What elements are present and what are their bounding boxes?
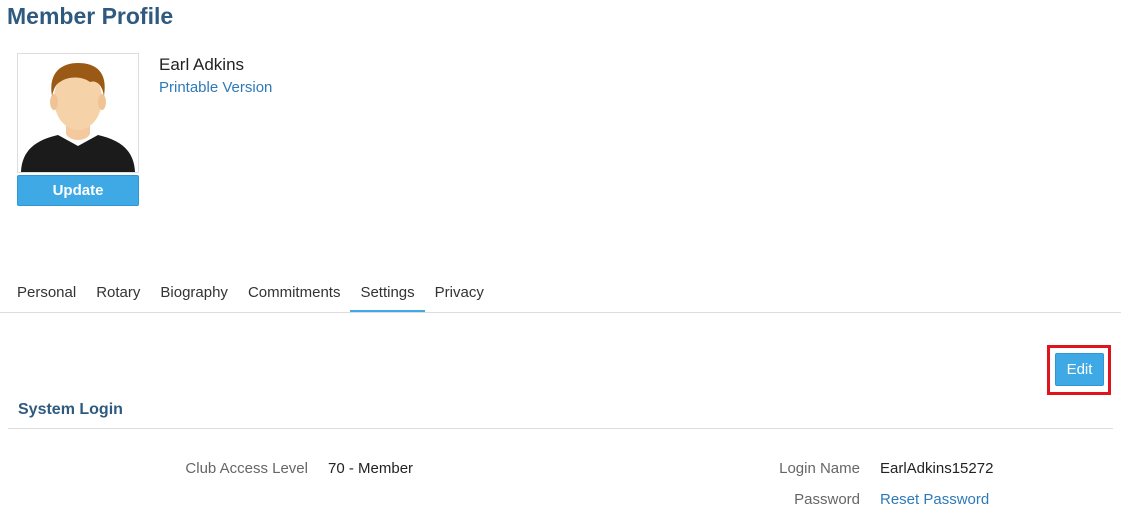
avatar xyxy=(17,53,139,173)
tab-settings[interactable]: Settings xyxy=(350,280,425,313)
club-access-level-value: 70 - Member xyxy=(328,460,414,477)
edit-button[interactable]: Edit xyxy=(1055,353,1104,386)
tab-commitments[interactable]: Commitments xyxy=(238,280,351,313)
tabs-divider xyxy=(0,312,1121,313)
avatar-placeholder-icon xyxy=(18,54,138,172)
tab-privacy[interactable]: Privacy xyxy=(425,280,494,313)
reset-password-link[interactable]: Reset Password xyxy=(880,491,989,508)
printable-version-link[interactable]: Printable Version xyxy=(159,79,272,96)
tab-personal[interactable]: Personal xyxy=(7,280,86,313)
section-divider xyxy=(8,428,1113,429)
profile-tabs: Personal Rotary Biography Commitments Se… xyxy=(7,280,494,313)
password-label: Password xyxy=(794,491,860,508)
member-name: Earl Adkins xyxy=(159,55,245,74)
tab-rotary[interactable]: Rotary xyxy=(86,280,150,313)
login-name-label: Login Name xyxy=(779,460,860,477)
update-photo-button[interactable]: Update xyxy=(17,175,139,206)
login-name-value: EarlAdkins15272 xyxy=(880,460,994,477)
tab-biography[interactable]: Biography xyxy=(150,280,238,313)
system-login-heading: System Login xyxy=(18,401,123,418)
page-title: Member Profile xyxy=(7,3,174,29)
club-access-level-label: Club Access Level xyxy=(185,460,308,477)
